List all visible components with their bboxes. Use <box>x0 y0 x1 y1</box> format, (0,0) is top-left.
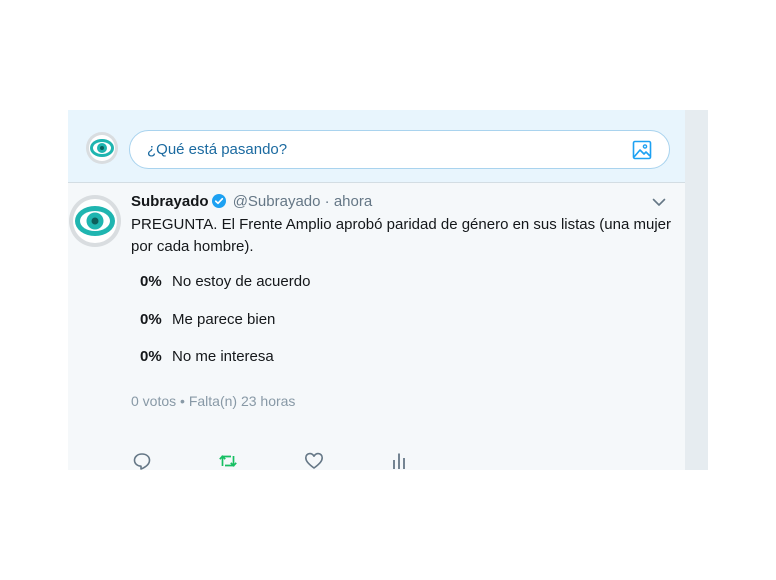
chevron-down-icon[interactable] <box>652 197 666 207</box>
compose-placeholder: ¿Qué está pasando? <box>147 141 288 158</box>
image-icon[interactable] <box>632 140 652 160</box>
header-separator: · <box>324 193 330 210</box>
poll-option: 0% Me parece bien <box>140 311 275 328</box>
poll-votes: 0 votos <box>131 393 177 409</box>
poll-label: No estoy de acuerdo <box>172 273 311 290</box>
poll-label: Me parece bien <box>172 311 276 328</box>
poll-time-remaining: Falta(n) 23 horas <box>188 393 296 409</box>
retweet-icon[interactable] <box>218 451 238 470</box>
tweet-text: PREGUNTA. El Frente Amplio aprobó parida… <box>131 216 671 255</box>
compose-input[interactable]: ¿Qué está pasando? <box>129 130 670 169</box>
timeline-frame: ¿Qué está pasando? Subrayado @Subrayado … <box>68 110 708 470</box>
tweet-header: Subrayado @Subrayado · ahora <box>131 193 372 210</box>
poll-option: 0% No me interesa <box>140 348 274 365</box>
poll-option: 0% No estoy de acuerdo <box>140 273 310 290</box>
analytics-icon[interactable] <box>389 451 409 470</box>
poll-percent: 0% <box>140 348 162 365</box>
poll-percent: 0% <box>140 311 162 328</box>
subrayado-logo-icon <box>86 132 118 164</box>
author-name[interactable]: Subrayado <box>131 193 209 210</box>
verified-badge-icon <box>211 194 226 208</box>
compose-avatar[interactable] <box>86 132 118 164</box>
poll-bullet: • <box>180 393 185 409</box>
author-handle[interactable]: @Subrayado <box>233 193 321 210</box>
poll-meta: 0 votos • Falta(n) 23 horas <box>131 393 295 409</box>
reply-icon[interactable] <box>132 451 152 470</box>
compose-bar: ¿Qué está pasando? <box>68 110 685 183</box>
poll-label: No me interesa <box>172 348 274 365</box>
tweet-card[interactable]: Subrayado @Subrayado · ahora PREGUNTA. E… <box>68 183 685 470</box>
subrayado-logo-icon <box>69 195 121 247</box>
tweet-timestamp[interactable]: ahora <box>334 193 372 210</box>
poll-percent: 0% <box>140 273 162 290</box>
tweet-avatar[interactable] <box>69 195 121 247</box>
like-icon[interactable] <box>304 451 324 470</box>
